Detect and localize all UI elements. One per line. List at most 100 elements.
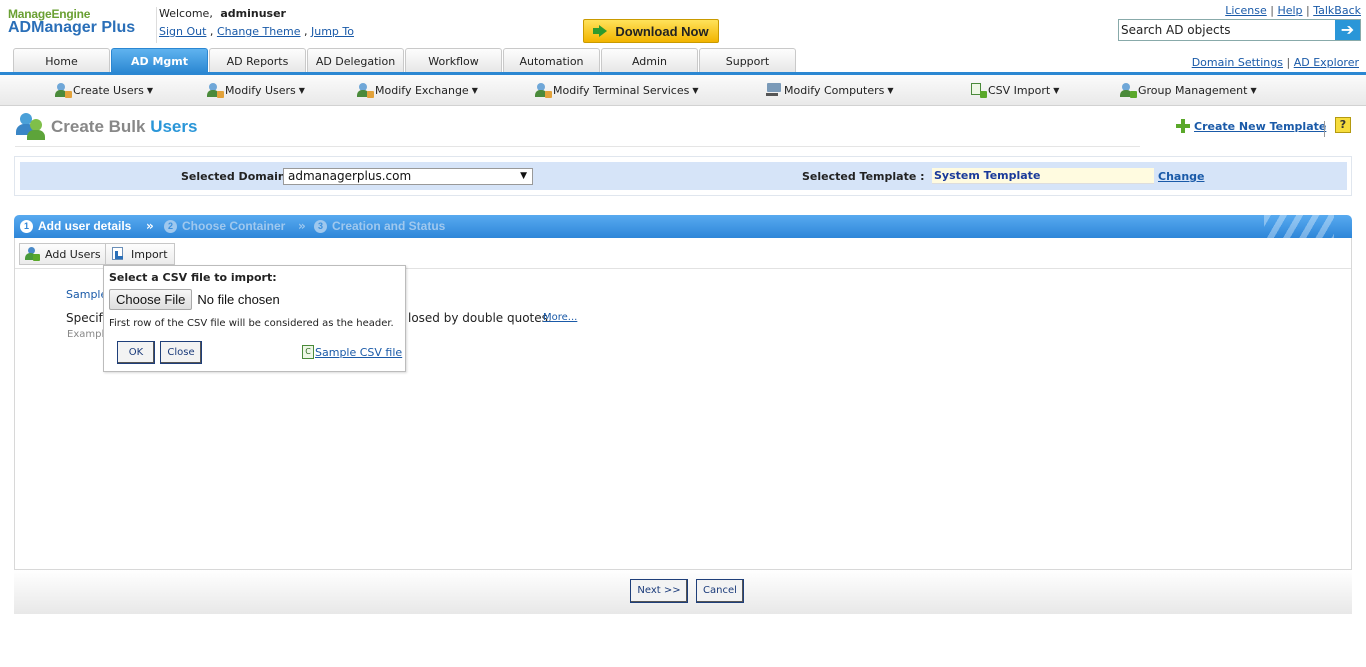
submenu-modify-users[interactable]: Modify Users ▼ (207, 83, 305, 98)
submenu-label: Create Users (73, 84, 144, 97)
arrow-right-icon (593, 25, 608, 37)
submenu-group-management[interactable]: Group Management ▼ (1120, 83, 1257, 98)
jump-to-link[interactable]: Jump To (311, 25, 354, 38)
create-new-template-link[interactable]: Create New Template (1194, 120, 1326, 133)
download-now-button[interactable]: Download Now (583, 19, 719, 43)
submenu-create-users[interactable]: Create Users ▼ (55, 83, 153, 98)
add-users-label: Add Users (45, 247, 101, 261)
step-creation-and-status: 3 Creation and Status (314, 219, 445, 233)
wizard-steps: 1 Add user details » 2 Choose Container … (14, 215, 1352, 238)
bulk-users-icon (15, 112, 47, 142)
caret-down-icon: ▼ (471, 86, 478, 95)
computer-icon (766, 83, 783, 98)
step-number: 2 (164, 219, 177, 233)
app-logo[interactable]: ManageEngine ADManager Plus (8, 7, 135, 37)
add-users-button[interactable]: Add Users (19, 243, 108, 265)
cancel-button[interactable]: Cancel (696, 579, 744, 603)
create-template-link-block: Create New Template (1176, 119, 1326, 133)
step-add-user-details: 1 Add user details (20, 219, 131, 233)
domain-select-value: admanagerplus.com (288, 169, 412, 183)
current-user: adminuser (220, 7, 286, 20)
domain-settings-link[interactable]: Domain Settings (1192, 56, 1283, 69)
help-link[interactable]: Help (1277, 4, 1302, 17)
submenu-modify-computers[interactable]: Modify Computers ▼ (766, 83, 894, 98)
search-box: ➔ (1118, 19, 1361, 41)
tab-ad-mgmt[interactable]: AD Mgmt (111, 48, 208, 73)
group-management-icon (1120, 83, 1137, 98)
title-divider (15, 146, 1140, 147)
top-links: License | Help | TalkBack (1225, 4, 1361, 17)
app-header: ManageEngine ADManager Plus Welcome, adm… (0, 0, 1366, 48)
selected-template-value: System Template (932, 168, 1154, 184)
file-picker: Choose File No file chosen (109, 289, 280, 310)
step-label: Creation and Status (332, 219, 446, 233)
submenu-modify-terminal-services[interactable]: Modify Terminal Services ▼ (535, 83, 698, 98)
user-links: Sign Out , Change Theme , Jump To (159, 25, 354, 38)
change-template-link[interactable]: Change (1158, 170, 1205, 183)
tab-support[interactable]: Support (699, 48, 796, 73)
import-label: Import (131, 247, 168, 261)
license-link[interactable]: License (1225, 4, 1266, 17)
create-users-icon (55, 83, 72, 98)
search-input[interactable] (1119, 20, 1335, 40)
import-button[interactable]: Import (105, 243, 175, 265)
tab-ad-reports[interactable]: AD Reports (209, 48, 306, 73)
tab-workflow[interactable]: Workflow (405, 48, 502, 73)
step-label: Add user details (38, 219, 132, 233)
next-button[interactable]: Next >> (630, 579, 688, 603)
caret-down-icon: ▼ (298, 86, 305, 95)
welcome-line: Welcome, adminuser (159, 7, 354, 20)
domain-panel: Selected Domain: admanagerplus.com ▼ Sel… (14, 156, 1352, 196)
page-title-highlight: Users (150, 117, 198, 136)
submenu-label: Group Management (1138, 84, 1248, 97)
submenu-label: Modify Computers (784, 84, 885, 97)
link-separator: , (300, 25, 311, 38)
step-separator-icon: » (298, 219, 306, 233)
sub-menu: Create Users ▼ Modify Users ▼ Modify Excha… (0, 75, 1366, 106)
domain-select[interactable]: admanagerplus.com ▼ (283, 168, 533, 185)
step-label: Choose Container (182, 219, 286, 233)
caret-down-icon: ▼ (887, 86, 894, 95)
choose-file-button[interactable]: Choose File (109, 289, 193, 310)
talkback-link[interactable]: TalkBack (1313, 4, 1361, 17)
page-title-text: Create Bulk Users (51, 117, 197, 137)
sample-csv-link[interactable]: Sample CSV file (315, 346, 402, 359)
submenu-label: CSV Import (988, 84, 1051, 97)
wizard-footer: Next >> Cancel (14, 570, 1352, 614)
tab-home[interactable]: Home (13, 48, 110, 73)
caret-down-icon: ▼ (1250, 86, 1257, 95)
chevron-down-icon: ▼ (520, 171, 527, 181)
close-button[interactable]: Close (160, 341, 202, 364)
csv-import-icon (970, 83, 987, 98)
tab-admin[interactable]: Admin (601, 48, 698, 73)
caret-down-icon: ▼ (692, 86, 699, 95)
import-icon (111, 247, 126, 261)
link-separator: , (206, 25, 217, 38)
sample-link[interactable]: Sample (66, 288, 107, 301)
search-go-button[interactable]: ➔ (1335, 20, 1360, 40)
step-number: 1 (20, 219, 33, 233)
step-choose-container: 2 Choose Container (164, 219, 285, 233)
more-link[interactable]: More... (543, 312, 577, 323)
ok-button[interactable]: OK (117, 341, 155, 364)
change-theme-link[interactable]: Change Theme (217, 25, 301, 38)
step-separator-icon: » (146, 219, 154, 233)
tab-automation[interactable]: Automation (503, 48, 600, 73)
example-text: Exampl (67, 329, 105, 340)
selected-template-label: Selected Template : (802, 170, 925, 183)
tab-ad-delegation[interactable]: AD Delegation (307, 48, 404, 73)
submenu-modify-exchange[interactable]: Modify Exchange ▼ (357, 83, 478, 98)
divider (1324, 121, 1325, 137)
sign-out-link[interactable]: Sign Out (159, 25, 206, 38)
domain-bar: Selected Domain: admanagerplus.com ▼ Sel… (20, 162, 1347, 190)
link-separator: | (1283, 56, 1294, 69)
selected-file-name: No file chosen (197, 292, 280, 307)
selected-domain-label: Selected Domain: (181, 170, 291, 183)
submenu-label: Modify Exchange (375, 84, 469, 97)
popup-title: Select a CSV file to import: (109, 271, 277, 284)
submenu-csv-import[interactable]: CSV Import ▼ (970, 83, 1059, 98)
help-icon[interactable]: ? (1335, 117, 1351, 133)
welcome-text: Welcome, (159, 7, 213, 20)
import-csv-popup: Select a CSV file to import: Choose File… (103, 265, 406, 372)
ad-explorer-link[interactable]: AD Explorer (1294, 56, 1359, 69)
